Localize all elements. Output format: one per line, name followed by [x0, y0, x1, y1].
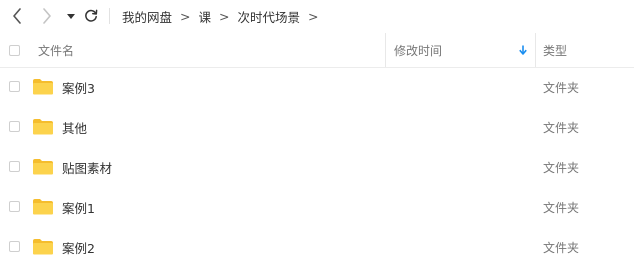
select-all-cell	[9, 33, 20, 67]
file-type: 文件夹	[543, 200, 580, 215]
breadcrumb-item-root[interactable]: 我的网盘	[122, 7, 172, 26]
chevron-left-icon	[13, 8, 21, 24]
breadcrumb-separator: >	[219, 9, 230, 24]
column-header-name[interactable]: 文件名	[38, 33, 74, 67]
column-header-type[interactable]: 类型	[543, 33, 567, 67]
file-row[interactable]: 案例3 文件夹	[0, 67, 634, 107]
row-checkbox[interactable]	[9, 201, 20, 212]
toolbar-divider	[109, 8, 110, 24]
refresh-icon	[85, 9, 98, 22]
folder-icon	[33, 79, 53, 95]
column-header-modified[interactable]: 修改时间	[394, 33, 532, 67]
breadcrumb-separator: >	[180, 9, 191, 24]
file-type: 文件夹	[543, 160, 580, 175]
table-header: 文件名 修改时间 类型	[0, 33, 634, 68]
row-checkbox[interactable]	[9, 121, 20, 132]
folder-icon	[33, 239, 53, 255]
file-name[interactable]: 案例2	[62, 227, 95, 267]
column-divider	[385, 33, 386, 67]
breadcrumb-separator: >	[308, 9, 319, 24]
folder-icon	[33, 199, 53, 215]
folder-icon	[33, 119, 53, 135]
column-divider	[535, 33, 536, 67]
file-name[interactable]: 案例1	[62, 187, 95, 227]
breadcrumb-item-course[interactable]: 课	[199, 7, 212, 26]
forward-button[interactable]	[38, 6, 56, 26]
select-all-checkbox[interactable]	[9, 44, 20, 56]
file-type: 文件夹	[543, 120, 580, 135]
arrow-down-icon	[519, 45, 527, 55]
breadcrumb-item-current[interactable]: 次时代场景	[238, 7, 301, 26]
caret-down-icon	[67, 13, 75, 19]
file-row[interactable]: 贴图素材 文件夹	[0, 147, 634, 187]
row-checkbox[interactable]	[9, 241, 20, 252]
toolbar: 我的网盘 > 课 > 次时代场景 >	[0, 0, 634, 33]
history-dropdown-button[interactable]	[64, 6, 78, 26]
file-row[interactable]: 其他 文件夹	[0, 107, 634, 147]
file-name[interactable]: 贴图素材	[62, 147, 112, 187]
row-checkbox[interactable]	[9, 161, 20, 172]
folder-icon	[33, 159, 53, 175]
file-type: 文件夹	[543, 80, 580, 95]
refresh-button[interactable]	[82, 6, 100, 26]
file-row[interactable]: 案例1 文件夹	[0, 187, 634, 227]
row-checkbox[interactable]	[9, 81, 20, 92]
file-name[interactable]: 案例3	[62, 67, 95, 107]
breadcrumb: 我的网盘 > 课 > 次时代场景 >	[122, 0, 327, 33]
file-row[interactable]: 案例2 文件夹	[0, 227, 634, 267]
chevron-right-icon	[43, 8, 51, 24]
file-name[interactable]: 其他	[62, 107, 87, 147]
column-header-modified-label: 修改时间	[394, 43, 443, 58]
back-button[interactable]	[8, 6, 26, 26]
file-type: 文件夹	[543, 240, 580, 255]
